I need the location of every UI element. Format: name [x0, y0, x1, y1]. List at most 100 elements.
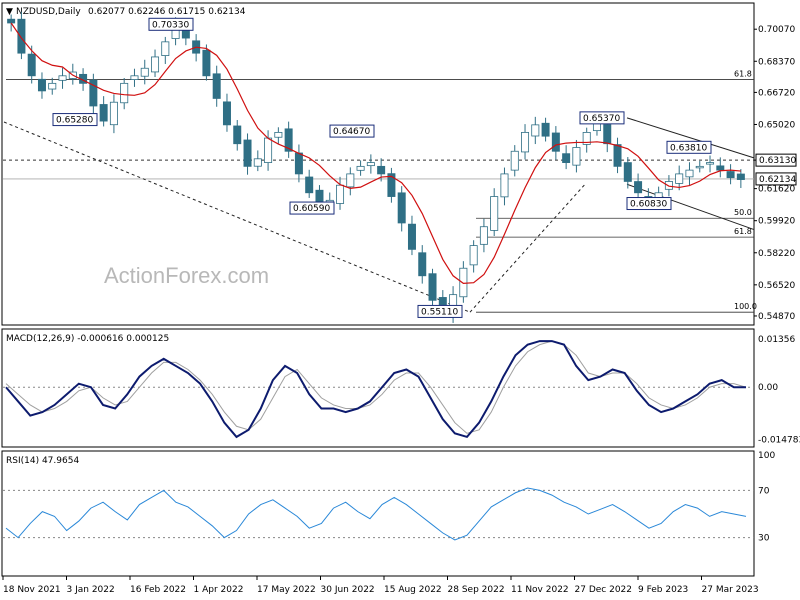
macd-title: MACD(12,26,9) -0.000616 0.000125: [6, 334, 169, 344]
price-tick-label: 0.66720: [758, 88, 795, 98]
candle-body: [706, 162, 715, 165]
candle-body: [551, 132, 560, 152]
price-tick-label: 0.54870: [758, 312, 795, 322]
resistance-price-label: 0.63130: [759, 156, 796, 166]
date-tick-label: 1 Apr 2022: [194, 585, 244, 595]
fib-label: 50.0: [734, 208, 752, 217]
candle-body: [490, 196, 499, 231]
price-tick-label: 0.65020: [758, 120, 795, 130]
current-price-label: 0.62134: [759, 175, 796, 185]
date-tick-label: 11 Nov 2022: [511, 585, 569, 595]
rsi-tick-label: 30: [758, 534, 770, 544]
candle-body: [130, 75, 139, 80]
candle-body: [161, 41, 170, 56]
fib-label: 61.8: [734, 227, 752, 236]
rsi-tick-label: 70: [758, 486, 770, 496]
fib-label: 100.0: [734, 302, 757, 311]
ohlc-label: 0.62077 0.62246 0.61715 0.62134: [88, 7, 246, 17]
candle-body: [521, 131, 530, 153]
candle-body: [264, 137, 273, 163]
watermark: ActionForex.com: [104, 263, 269, 288]
candle-body: [397, 192, 406, 224]
candle-body: [407, 223, 416, 250]
candle-body: [613, 144, 622, 167]
price-label: 0.63810: [670, 143, 707, 153]
candle-body: [37, 78, 46, 92]
candle-body: [120, 82, 129, 104]
fib-label: 61.8: [734, 70, 752, 79]
candle-body: [58, 75, 67, 81]
rsi-tick-label: 100: [758, 451, 775, 461]
candle-body: [27, 53, 36, 77]
candle-body: [366, 162, 375, 167]
macd-tick-label: -0.014783: [758, 436, 800, 446]
candle-body: [541, 122, 550, 137]
rsi-title: RSI(14) 47.9654: [6, 456, 79, 466]
price-label: 0.60590: [293, 204, 330, 214]
price-label: 0.65370: [583, 114, 620, 124]
price-label: 0.55110: [421, 307, 458, 317]
candle-body: [346, 173, 355, 188]
candle-body: [664, 181, 673, 190]
candle-body: [336, 184, 345, 204]
candle-body: [634, 181, 643, 194]
date-tick-label: 30 Jun 2022: [321, 585, 375, 595]
candle-body: [151, 56, 160, 73]
date-tick-label: 28 Sep 2022: [448, 585, 505, 595]
candle-body: [716, 165, 725, 171]
candle-body: [356, 165, 365, 171]
candle-body: [305, 176, 314, 194]
candle-body: [623, 162, 632, 182]
candle-body: [510, 150, 519, 171]
candle-body: [479, 226, 488, 245]
candle-body: [243, 139, 252, 167]
nzdusd-daily-chart: ▼ NZDUSD,Daily 0.62077 0.62246 0.61715 0…: [1, 2, 800, 595]
candle-body: [675, 173, 684, 184]
macd-panel-frame: [1, 328, 755, 448]
symbol-label: NZDUSD,Daily: [16, 7, 81, 17]
candle-body: [418, 252, 427, 277]
candle-body: [428, 273, 437, 301]
candle-body: [99, 104, 108, 122]
candle-body: [695, 165, 704, 169]
candle-body: [294, 152, 303, 175]
candle-body: [377, 165, 386, 175]
collapse-triangle-icon[interactable]: ▼: [6, 7, 13, 17]
candle-body: [202, 49, 211, 77]
macd-tick-label: 0.00: [758, 383, 778, 393]
candle-body: [17, 18, 26, 54]
candle-body: [140, 67, 149, 77]
price-label: 0.65280: [56, 116, 93, 126]
candle-body: [222, 101, 231, 126]
rsi-panel-frame: [1, 450, 755, 577]
candle-body: [212, 73, 221, 99]
candle-body: [572, 147, 581, 166]
date-tick-label: 9 Feb 2023: [638, 585, 688, 595]
candle-body: [253, 158, 262, 167]
candle-body: [233, 125, 242, 145]
candle-body: [726, 171, 735, 179]
date-tick-label: 16 Feb 2022: [130, 585, 186, 595]
price-label: 0.70330: [152, 20, 189, 30]
price-tick-label: 0.56520: [758, 281, 795, 291]
candle-body: [7, 18, 16, 24]
date-tick-label: 27 Dec 2022: [575, 585, 633, 595]
price-label: 0.64670: [333, 127, 370, 137]
candle-body: [459, 267, 468, 298]
price-tick-label: 0.68370: [758, 57, 795, 67]
candle-body: [500, 173, 509, 198]
date-tick-label: 3 Jan 2022: [67, 585, 115, 595]
price-tick-label: 0.70070: [758, 25, 795, 35]
candle-body: [469, 245, 478, 266]
chart-root: ▼ NZDUSD,Daily 0.62077 0.62246 0.61715 0…: [0, 0, 800, 600]
candle-body: [109, 101, 118, 126]
date-tick-label: 15 Aug 2022: [384, 585, 442, 595]
date-tick-label: 17 May 2022: [257, 585, 316, 595]
candle-body: [736, 173, 745, 180]
price-tick-label: 0.58220: [758, 249, 795, 259]
candle-body: [531, 124, 540, 137]
price-tick-label: 0.61620: [758, 185, 795, 195]
candle-body: [685, 169, 694, 178]
date-tick-label: 18 Nov 2021: [3, 585, 61, 595]
date-tick-label: 27 Mar 2023: [702, 585, 759, 595]
